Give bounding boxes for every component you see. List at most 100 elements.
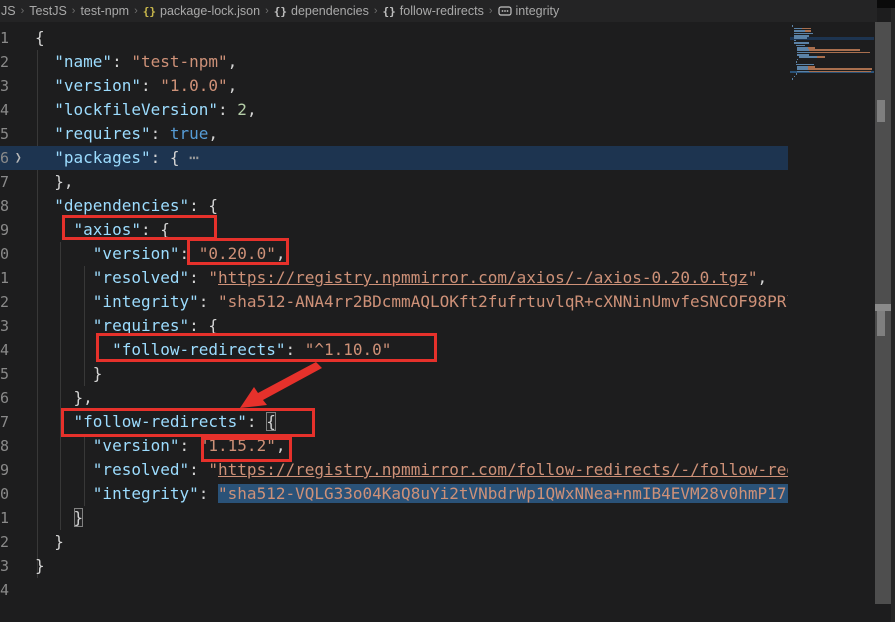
code-line-2[interactable]: 2 "name": "test-npm",	[0, 50, 788, 74]
breadcrumb-separator: ›	[134, 5, 138, 17]
line-number: 21	[0, 506, 9, 530]
code-token: :	[199, 292, 218, 311]
breadcrumb-label: follow-redirects	[400, 4, 484, 18]
code-line-17[interactable]: 17 "follow-redirects": {	[0, 410, 788, 434]
line-number: 15	[0, 362, 9, 386]
code-line-12[interactable]: 12 "integrity": "sha512-ANA4rr2BDcmmAQLO…	[0, 290, 788, 314]
code-token: :	[199, 484, 218, 503]
code-token: :	[218, 100, 237, 119]
code-token: {	[35, 28, 45, 47]
breadcrumb-item-testjs[interactable]: TestJS	[28, 4, 68, 18]
breadcrumb-separator: ›	[21, 5, 25, 17]
code-token: "0.20.0"	[199, 244, 276, 263]
code-line-23[interactable]: 23}	[0, 554, 788, 578]
code-line-14[interactable]: 14 "follow-redirects": "^1.10.0"	[0, 338, 788, 362]
breadcrumb-separator: ›	[374, 5, 378, 17]
code-token	[35, 412, 74, 431]
breadcrumb-item-test-npm[interactable]: test-npm	[79, 4, 130, 18]
fold-chevron-icon[interactable]: ❯	[15, 144, 22, 173]
code-token	[35, 124, 54, 143]
code-token	[35, 220, 74, 239]
code-token: "integrity"	[93, 484, 199, 503]
breadcrumb-item-follow-redirects[interactable]: {}follow-redirects	[382, 4, 485, 18]
code-line-13[interactable]: 13 "requires": {	[0, 314, 788, 338]
code-line-1[interactable]: 1{	[0, 26, 788, 50]
line-number: 11	[0, 266, 9, 290]
line-number: 16	[0, 386, 9, 410]
code-token: {	[266, 412, 276, 431]
code-token	[35, 196, 54, 215]
code-editor[interactable]: 1{2 "name": "test-npm",3 "version": "1.0…	[0, 22, 788, 606]
code-token	[35, 532, 54, 551]
line-number: 23	[0, 554, 9, 578]
code-token: :	[180, 436, 199, 455]
code-token: }	[35, 556, 45, 575]
code-token: :	[189, 268, 208, 287]
scrollbar-thumb-secondary[interactable]	[877, 311, 885, 336]
code-token	[35, 244, 93, 263]
code-line-7[interactable]: 7 },	[0, 170, 788, 194]
line-number: 6	[0, 146, 9, 170]
code-token: "	[208, 460, 218, 479]
line-number: 3	[0, 74, 9, 98]
breadcrumb-item-dependencies[interactable]: {}dependencies	[273, 4, 370, 18]
code-token: ,	[276, 244, 286, 263]
code-line-5[interactable]: 5 "requires": true,	[0, 122, 788, 146]
code-token: }	[93, 364, 103, 383]
breadcrumb-separator: ›	[265, 5, 269, 17]
code-token: "axios"	[74, 220, 141, 239]
code-line-15[interactable]: 15 }	[0, 362, 788, 386]
code-token: https://registry.npmmirror.com/follow-re…	[218, 460, 788, 479]
code-line-4[interactable]: 4 "lockfileVersion": 2,	[0, 98, 788, 122]
code-line-16[interactable]: 16 },	[0, 386, 788, 410]
code-line-6[interactable]: 6❯ "packages": { ⋯	[0, 146, 788, 170]
code-line-11[interactable]: 11 "resolved": "https://registry.npmmirr…	[0, 266, 788, 290]
code-line-8[interactable]: 8 "dependencies": {	[0, 194, 788, 218]
code-line-22[interactable]: 22 }	[0, 530, 788, 554]
code-token	[35, 436, 93, 455]
code-line-20[interactable]: 20 "integrity": "sha512-VQLG33o04KaQ8uYi…	[0, 482, 788, 506]
line-number: 4	[0, 98, 9, 122]
code-token: {	[160, 220, 170, 239]
line-number: 9	[0, 218, 9, 242]
code-token: "lockfileVersion"	[54, 100, 218, 119]
breadcrumb-separator: ›	[489, 5, 493, 17]
code-token: },	[74, 388, 93, 407]
code-token: :	[141, 76, 160, 95]
code-token: "version"	[93, 436, 180, 455]
line-number: 7	[0, 170, 9, 194]
code-token	[35, 52, 54, 71]
code-token	[35, 76, 54, 95]
code-token: ,	[757, 268, 767, 287]
code-token: :	[189, 460, 208, 479]
code-line-10[interactable]: 10 "version": "0.20.0",	[0, 242, 788, 266]
code-token: :	[112, 52, 131, 71]
code-token: :	[189, 196, 208, 215]
code-token	[35, 460, 93, 479]
code-line-3[interactable]: 3 "version": "1.0.0",	[0, 74, 788, 98]
code-line-9[interactable]: 9 "axios": {	[0, 218, 788, 242]
code-token: "sha512-ANA4rr2BDcmmAQLOKft2fufrtuvlqR+c…	[218, 292, 788, 311]
breadcrumb-item-package-lock-json[interactable]: {}package-lock.json	[142, 4, 261, 18]
code-line-18[interactable]: 18 "version": "1.15.2",	[0, 434, 788, 458]
breadcrumb-label: JS	[1, 4, 16, 18]
code-line-21[interactable]: 21 }	[0, 506, 788, 530]
code-token: ,	[228, 76, 238, 95]
line-number: 24	[0, 578, 9, 602]
line-number: 17	[0, 410, 9, 434]
code-token	[35, 292, 93, 311]
line-number: 2	[0, 50, 9, 74]
scrollbar-thumb[interactable]	[877, 100, 885, 122]
code-token: ,	[247, 100, 257, 119]
code-token: "1.0.0"	[160, 76, 227, 95]
code-line-19[interactable]: 19 "resolved": "https://registry.npmmirr…	[0, 458, 788, 482]
breadcrumb-item-js[interactable]: JS	[0, 4, 17, 18]
minimap[interactable]	[790, 25, 874, 585]
breadcrumb-label: dependencies	[291, 4, 369, 18]
code-token	[35, 148, 54, 167]
code-token	[35, 508, 74, 527]
code-line-24[interactable]: 24	[0, 578, 788, 602]
top-right-notch	[877, 0, 895, 8]
breadcrumb-item-integrity[interactable]: integrity	[497, 4, 561, 18]
code-token: :	[285, 340, 304, 359]
